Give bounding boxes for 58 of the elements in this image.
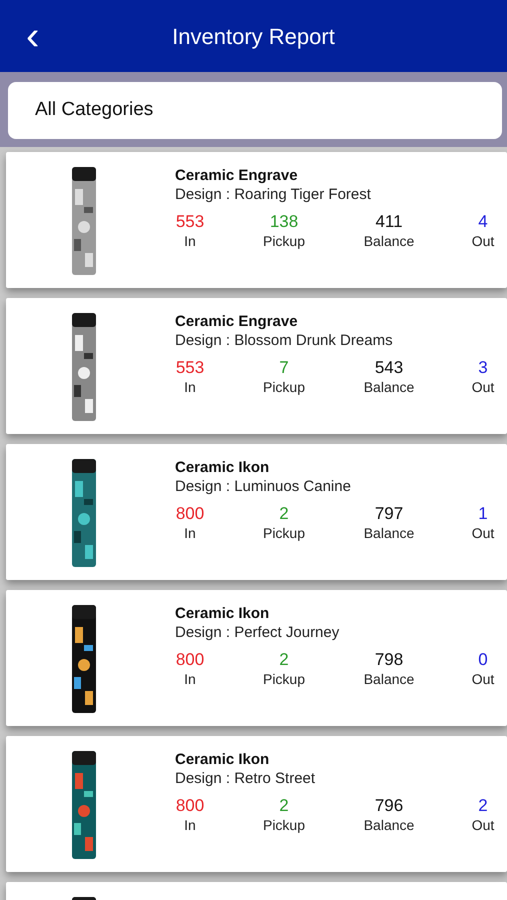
stat-label: Pickup (262, 816, 306, 834)
product-name: Ceramic Engrave (175, 313, 299, 331)
back-button[interactable]: ‹ (20, 16, 46, 56)
stat-label: Balance (364, 816, 414, 834)
stat-label: Pickup (262, 524, 306, 542)
stat-label: Out (472, 232, 494, 250)
stat-value: 7 (279, 358, 289, 378)
stat-value: 797 (374, 504, 404, 524)
stat-label: Out (472, 816, 494, 834)
stat-value: 2 (279, 504, 289, 524)
stat-value: 553 (176, 358, 204, 378)
stat-label: Balance (364, 378, 414, 396)
product-name: Ceramic Ikon (175, 459, 270, 477)
product-name: Ceramic Engrave (175, 167, 299, 185)
stat-value: 2 (279, 796, 289, 816)
design-name: Design : Roaring Tiger Forest (175, 185, 372, 204)
stat-value: 800 (176, 796, 204, 816)
product-card[interactable]: Ceramic Ikon Design : Luminuos Canine 800 In 2 Pickup 797 Balance 1 Out (6, 444, 507, 580)
stat-value: 411 (375, 212, 403, 232)
stat-value: 0 (478, 650, 488, 670)
product-card[interactable]: Ceramic Ikon Design : Retro Street 800 In 2 Pickup 796 Balance 2 Out (6, 736, 507, 872)
stat-label: Out (472, 378, 494, 396)
page-title: Inventory Report (172, 22, 335, 51)
product-name: Ceramic Ikon (175, 751, 270, 769)
stat-value: 1 (478, 504, 488, 524)
stat-value: 138 (270, 212, 298, 232)
stat-label: Balance (364, 232, 414, 250)
design-name: Design : Blossom Drunk Dreams (175, 331, 394, 350)
stat-value: 800 (176, 650, 204, 670)
stat-label: Out (472, 670, 494, 688)
stat-label: In (184, 816, 196, 834)
stat-label: In (184, 670, 196, 688)
stat-value: 796 (374, 796, 404, 816)
stat-label: Pickup (262, 670, 306, 688)
stat-label: In (184, 524, 196, 542)
design-name: Design : Retro Street (175, 769, 316, 788)
stat-label: In (184, 232, 196, 250)
stat-label: In (184, 378, 196, 396)
product-name: Ceramic Ikon (175, 605, 270, 623)
stat-value: 2 (478, 796, 488, 816)
stat-label: Pickup (262, 378, 306, 396)
stat-label: Balance (364, 670, 414, 688)
product-card[interactable]: Ceramic Ikon Design : Perfect Journey 800 In 2 Pickup 798 Balance 0 Out (6, 590, 507, 726)
stat-label: Pickup (262, 232, 306, 250)
product-card[interactable]: Ceramic Engrave Design : Blossom Drunk Dreams 553 In 7 Pickup 543 Balance 3 Out (6, 298, 507, 434)
stat-value: 3 (478, 358, 488, 378)
stat-value: 798 (374, 650, 404, 670)
product-card[interactable]: Ceramic Engrave Design : Roaring Tiger Forest 553 In 138 Pickup 411 Balance 4 Out (6, 152, 507, 288)
category-dropdown[interactable]: All Categories (8, 82, 502, 139)
design-name: Design : Perfect Journey (175, 623, 340, 642)
stat-value: 800 (176, 504, 204, 524)
stat-value: 553 (176, 212, 204, 232)
stat-label: Out (472, 524, 494, 542)
stat-value: 543 (374, 358, 404, 378)
stat-value: 2 (279, 650, 289, 670)
stat-value: 4 (478, 212, 488, 232)
stat-label: Balance (364, 524, 414, 542)
design-name: Design : Luminuos Canine (175, 477, 352, 496)
